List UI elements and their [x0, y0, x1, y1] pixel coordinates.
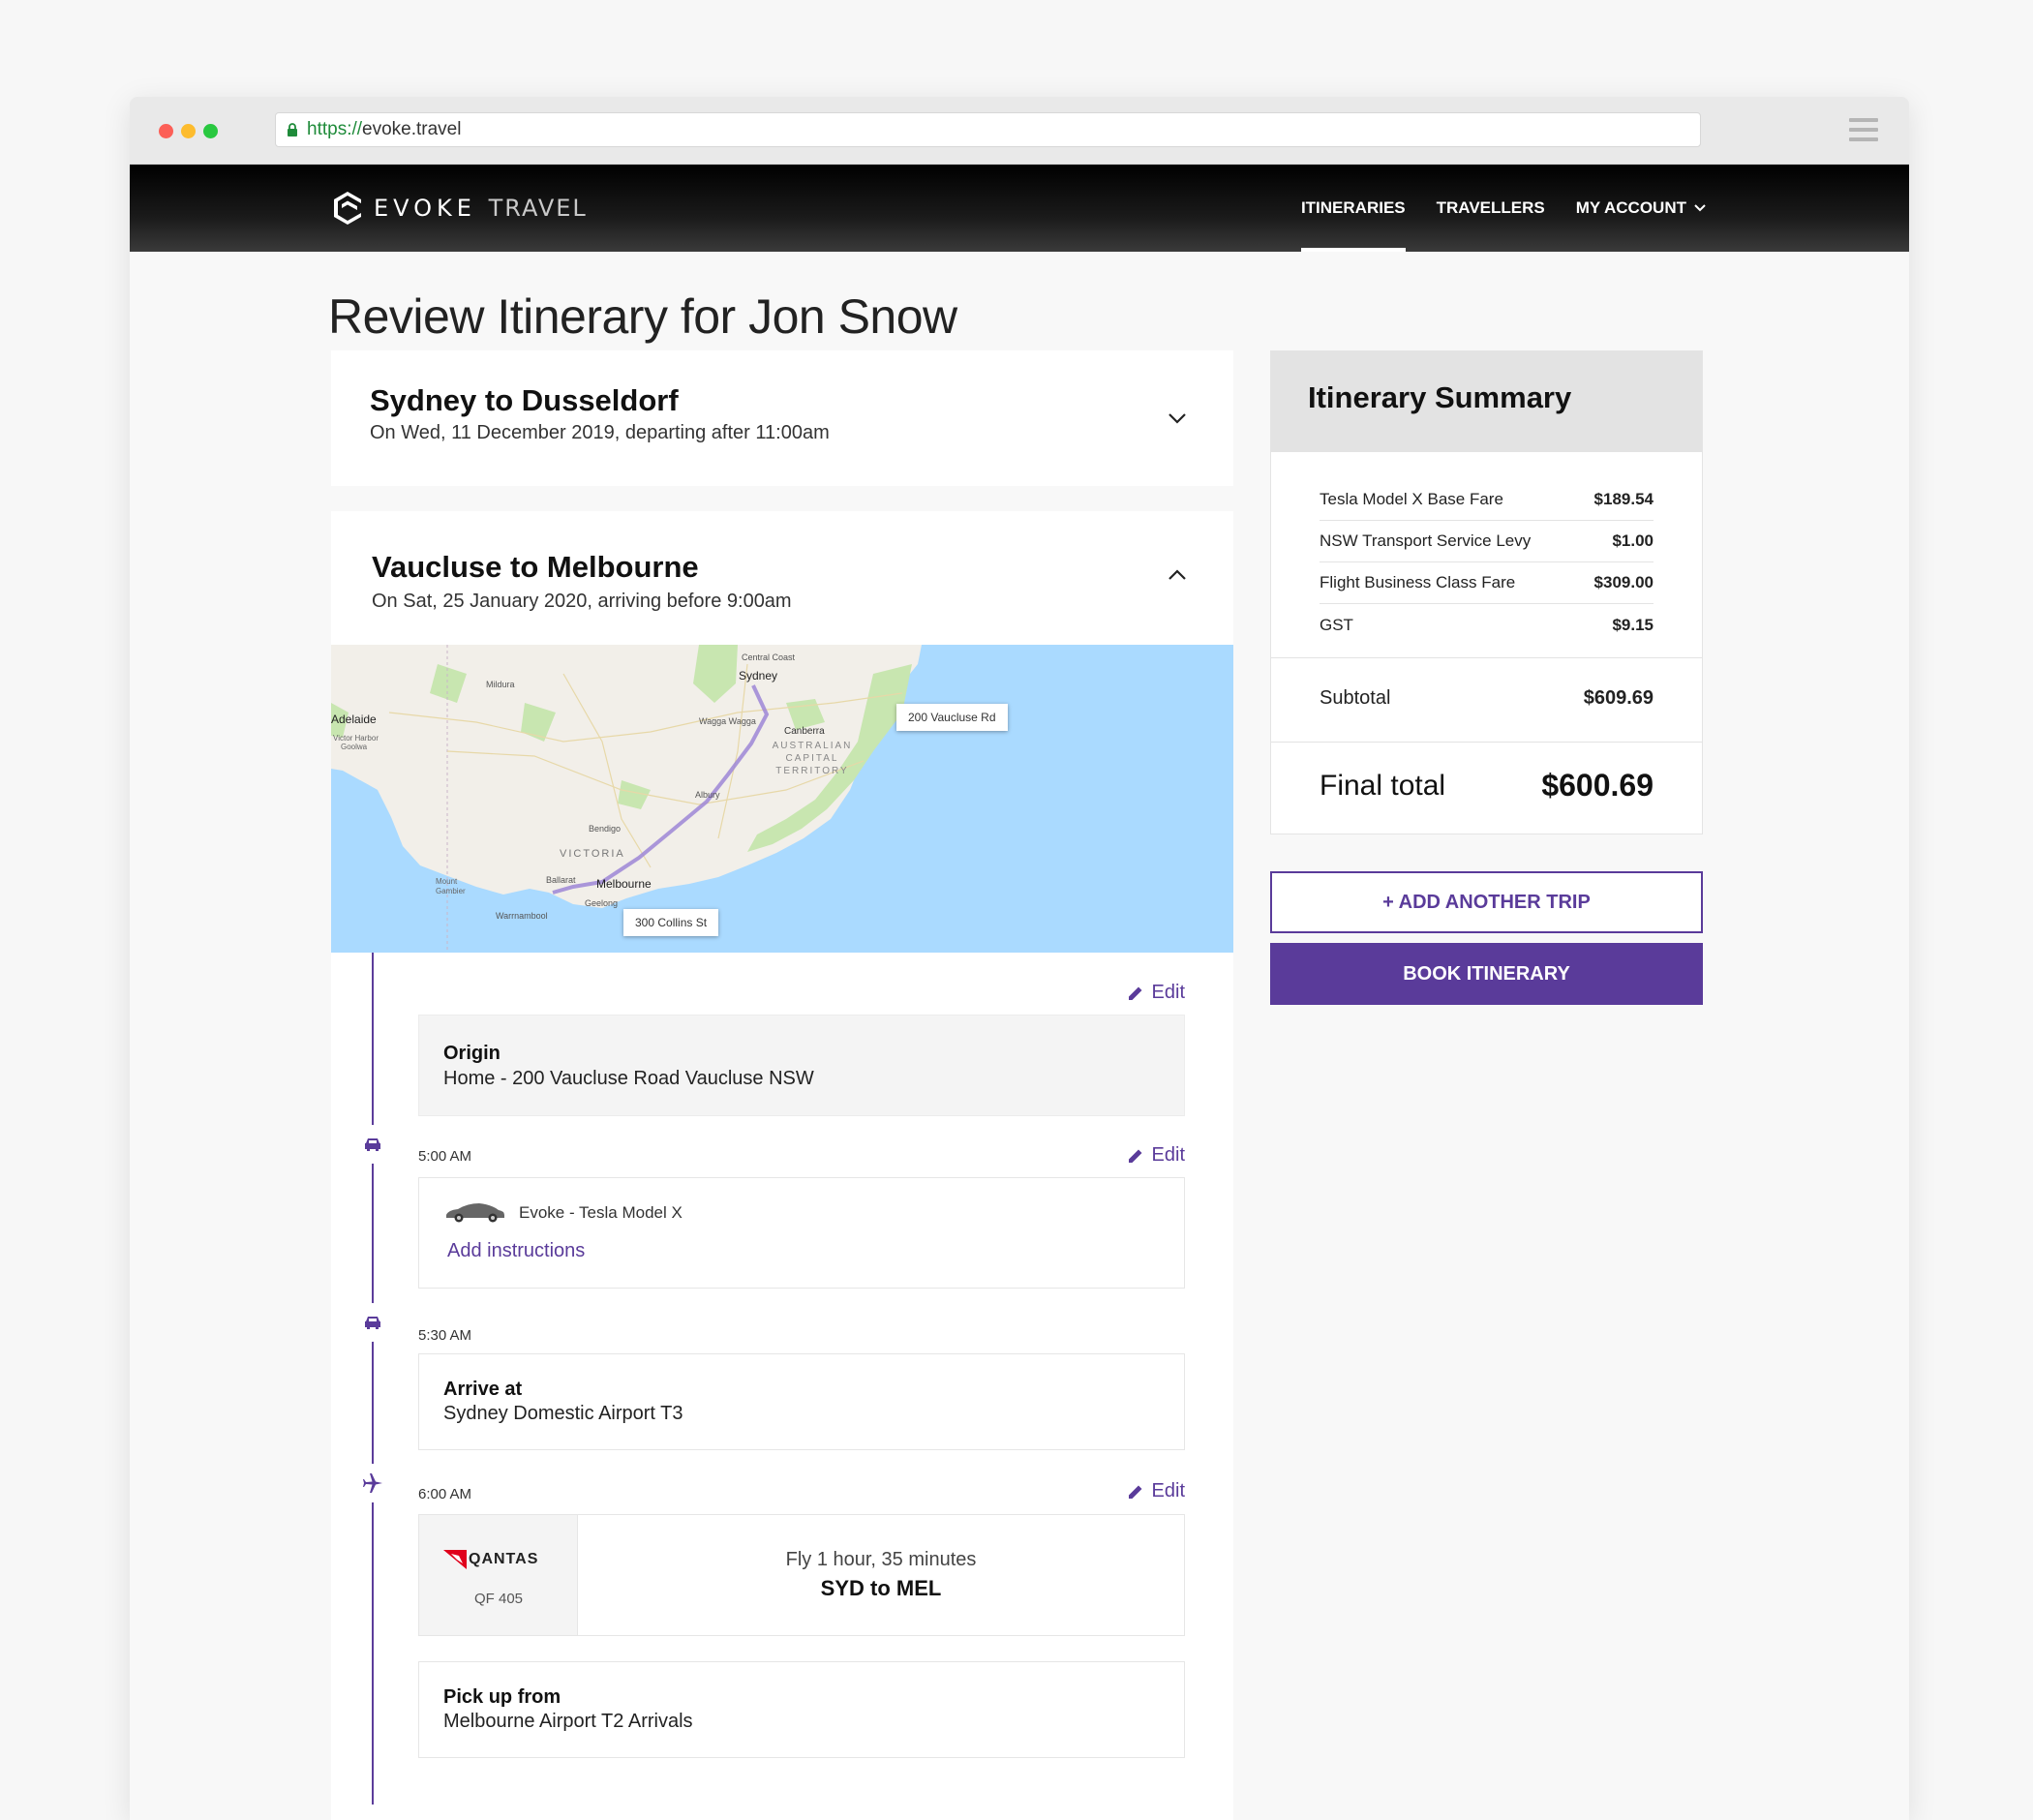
- menu-icon[interactable]: [1849, 118, 1878, 143]
- origin-step: Origin Home - 200 Vaucluse Road Vaucluse…: [418, 1015, 1185, 1116]
- chevron-down-icon[interactable]: [1168, 412, 1187, 424]
- nav-menu: ITINERARIES TRAVELLERS MY ACCOUNT: [1270, 165, 1706, 252]
- close-window-button[interactable]: [159, 124, 173, 138]
- map-pin-end[interactable]: 300 Collins St: [623, 909, 719, 936]
- itinerary-summary: Itinerary Summary Tesla Model X Base Far…: [1270, 350, 1703, 834]
- address-bar[interactable]: https://evoke.travel: [275, 112, 1701, 147]
- subtotal-row: Subtotal $609.69: [1271, 657, 1702, 743]
- airline-panel: QANTAS QF 405: [419, 1515, 578, 1635]
- map-place-label: Ballarat: [546, 875, 576, 885]
- subtotal-label: Subtotal: [1320, 687, 1391, 709]
- flight-route: SYD to MEL: [820, 1576, 942, 1600]
- line-item: GST $9.15: [1320, 615, 1654, 634]
- trip-title: Sydney to Dusseldorf: [370, 383, 679, 417]
- timeline-line: [372, 953, 374, 1805]
- summary-title: Itinerary Summary: [1308, 380, 1572, 414]
- pickup-step: Pick up from Melbourne Airport T2 Arriva…: [418, 1661, 1185, 1758]
- brand-name: EVOKE: [374, 195, 476, 222]
- book-itinerary-button[interactable]: BOOK ITINERARY: [1270, 943, 1703, 1005]
- plane-icon: [353, 1464, 392, 1502]
- nav-my-account[interactable]: MY ACCOUNT: [1576, 165, 1706, 252]
- trip-title: Vaucluse to Melbourne: [372, 550, 699, 584]
- map-region-label: VICTORIA: [560, 848, 625, 860]
- step-time: 5:00 AM: [418, 1148, 472, 1165]
- map-region-label: AUSTRALIAN CAPITAL TERRITORY: [772, 741, 853, 776]
- pencil-icon: [1128, 1149, 1142, 1163]
- edit-flight-link[interactable]: Edit: [1127, 1480, 1185, 1502]
- map-pin-start[interactable]: 200 Vaucluse Rd: [896, 704, 1008, 731]
- map-place-label: Albury: [695, 790, 720, 800]
- trip-subtitle: On Sat, 25 January 2020, arriving before…: [372, 591, 792, 612]
- car-step: Evoke - Tesla Model X Add instructions: [418, 1177, 1185, 1289]
- map-place-label: Central Coast: [742, 652, 796, 662]
- map-place-label: Adelaide: [331, 713, 377, 726]
- map-place-label: Bendigo: [589, 824, 622, 834]
- browser-chrome: https://evoke.travel: [130, 97, 1909, 165]
- car-icon: [353, 1125, 392, 1164]
- lock-icon: [288, 123, 297, 136]
- map-place-label: Geelong: [585, 898, 619, 908]
- flight-duration: Fly 1 hour, 35 minutes: [785, 1549, 977, 1570]
- url-host: evoke.travel: [362, 119, 462, 139]
- edit-origin-link[interactable]: Edit: [1127, 982, 1185, 1004]
- browser-window: https://evoke.travel EVOKE TRAVEL ITINER…: [130, 97, 1909, 1820]
- map-place-label: Canberra: [784, 726, 825, 737]
- logo[interactable]: EVOKE TRAVEL: [331, 190, 588, 227]
- chevron-down-icon: [1694, 204, 1706, 212]
- arrive-step: Arrive at Sydney Domestic Airport T3: [418, 1353, 1185, 1450]
- map-place-label: Warrnambool: [496, 911, 548, 921]
- final-total-label: Final total: [1320, 770, 1446, 802]
- add-another-trip-button[interactable]: + ADD ANOTHER TRIP: [1270, 871, 1703, 933]
- pickup-label: Pick up from: [443, 1686, 561, 1708]
- top-nav: EVOKE TRAVEL ITINERARIES TRAVELLERS MY A…: [130, 165, 1909, 252]
- arrive-value: Sydney Domestic Airport T3: [443, 1403, 683, 1424]
- add-instructions-link[interactable]: Add instructions: [447, 1240, 585, 1262]
- line-item: NSW Transport Service Levy $1.00: [1320, 521, 1654, 562]
- step-time: 6:00 AM: [418, 1486, 472, 1502]
- flight-number: QF 405: [473, 1591, 524, 1607]
- minimize-window-button[interactable]: [181, 124, 196, 138]
- line-item: Flight Business Class Fare $309.00: [1320, 562, 1654, 604]
- maximize-window-button[interactable]: [203, 124, 218, 138]
- line-item: Tesla Model X Base Fare $189.54: [1320, 479, 1654, 521]
- subtotal-amount: $609.69: [1583, 687, 1654, 709]
- route-map[interactable]: Central Coast Sydney Adelaide Victor Har…: [331, 645, 1233, 953]
- car-name: Evoke - Tesla Model X: [519, 1203, 683, 1222]
- map-place-label: Goolwa: [341, 743, 368, 751]
- url-scheme: https://: [307, 119, 363, 139]
- car-icon: [353, 1303, 392, 1342]
- trip-card-collapsed[interactable]: Sydney to Dusseldorf On Wed, 11 December…: [331, 350, 1233, 486]
- tesla-car-icon: [446, 1203, 504, 1223]
- origin-label: Origin: [443, 1043, 501, 1064]
- map-place-label: Mount Gambier: [436, 877, 466, 895]
- flight-step: QANTAS QF 405 Fly 1 hour, 35 minutes SYD…: [418, 1514, 1185, 1636]
- map-place-label: Mildura: [486, 680, 515, 689]
- final-total-amount: $600.69: [1541, 768, 1654, 803]
- pickup-value: Melbourne Airport T2 Arrivals: [443, 1711, 693, 1732]
- nav-travellers[interactable]: TRAVELLERS: [1437, 165, 1545, 252]
- map-graphic: [331, 645, 1233, 953]
- chevron-up-icon[interactable]: [1168, 569, 1187, 581]
- map-place-label: Sydney: [739, 669, 778, 682]
- pencil-icon: [1128, 1485, 1142, 1499]
- edit-car-link[interactable]: Edit: [1127, 1144, 1185, 1167]
- map-place-label: Melbourne: [596, 877, 652, 891]
- step-time: 5:30 AM: [418, 1327, 472, 1344]
- trip-subtitle: On Wed, 11 December 2019, departing afte…: [370, 422, 830, 443]
- qantas-logo: QANTAS: [443, 1550, 538, 1569]
- arrive-label: Arrive at: [443, 1379, 523, 1400]
- map-place-label: Victor Harbor: [333, 734, 379, 743]
- brand-name-secondary: TRAVEL: [488, 195, 588, 222]
- summary-line-items: Tesla Model X Base Fare $189.54 NSW Trans…: [1320, 479, 1654, 646]
- pencil-icon: [1128, 986, 1142, 1000]
- map-place-label: Wagga Wagga: [699, 716, 756, 726]
- trip-card-expanded: Vaucluse to Melbourne On Sat, 25 January…: [331, 511, 1233, 1820]
- page-title: Review Itinerary for Jon Snow: [328, 289, 957, 344]
- evoke-logo-icon: [334, 192, 361, 225]
- summary-header: Itinerary Summary: [1271, 351, 1702, 452]
- kangaroo-icon: [443, 1550, 467, 1569]
- nav-itineraries[interactable]: ITINERARIES: [1300, 165, 1406, 252]
- origin-value: Home - 200 Vaucluse Road Vaucluse NSW: [443, 1068, 814, 1089]
